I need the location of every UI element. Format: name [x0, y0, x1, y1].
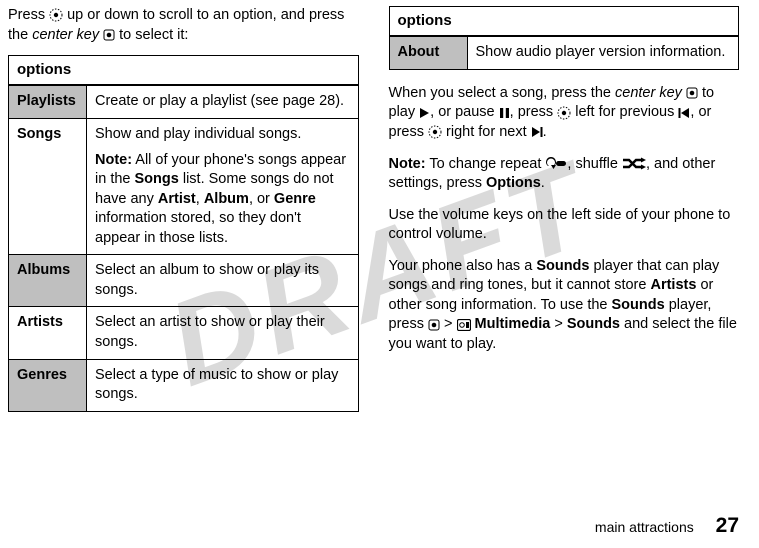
row-desc-playlists: Create or play a playlist (see page 28). — [87, 85, 359, 118]
p4-mm: Multimedia — [471, 316, 551, 332]
note-settings: Note: To change repeat , shuffle , and o… — [389, 155, 740, 194]
comma1: , — [196, 191, 204, 207]
multimedia-icon — [457, 319, 471, 331]
center-key-icon — [686, 87, 698, 99]
page-footer: main attractions 27 — [595, 512, 739, 540]
volume-text: Use the volume keys on the left side of … — [389, 206, 740, 245]
p1-key: center key — [615, 85, 682, 101]
p4-sounds2: Sounds — [612, 297, 665, 313]
p2a: To change repeat — [426, 156, 546, 172]
play-instructions: When you select a song, press the center… — [389, 84, 740, 143]
row-label-genres: Genres — [9, 359, 87, 411]
songs-word: Songs — [135, 171, 179, 187]
p4-sounds3: Sounds — [567, 316, 620, 332]
intro-post: to select it: — [115, 27, 188, 43]
intro-text: Press up or down to scroll to an option,… — [8, 6, 359, 45]
row-desc-about: Show audio player version information. — [467, 36, 739, 69]
p1e: left for previous — [571, 104, 678, 120]
album-word: Album — [204, 191, 249, 207]
p4-sounds1: Sounds — [536, 258, 589, 274]
note-post: information stored, so they don't appear… — [95, 210, 301, 246]
options-table-left: options Playlists Create or play a playl… — [8, 55, 359, 412]
p2d: . — [541, 175, 545, 191]
nav-dot-icon — [428, 125, 442, 139]
row-desc-artists: Select an artist to show or play their s… — [87, 307, 359, 359]
page-number: 27 — [716, 514, 739, 537]
next-icon — [531, 126, 543, 138]
shuffle-icon — [622, 157, 646, 170]
row-label-albums: Albums — [9, 255, 87, 307]
genre-word: Genre — [274, 191, 316, 207]
p1c: , or pause — [430, 104, 499, 120]
right-column: options About Show audio player version … — [389, 6, 740, 426]
options-header-right: options — [389, 7, 739, 37]
page-content: Press up or down to scroll to an option,… — [0, 0, 759, 426]
center-key-icon — [103, 29, 115, 41]
nav-dot-icon — [557, 106, 571, 120]
p4-artists: Artists — [650, 277, 696, 293]
sounds-player-text: Your phone also has a Sounds player that… — [389, 257, 740, 355]
or-word: , or — [249, 191, 274, 207]
row-desc-genres: Select a type of music to show or play s… — [87, 359, 359, 411]
p2b: , shuffle — [567, 156, 622, 172]
p1h: . — [543, 124, 547, 140]
row-label-playlists: Playlists — [9, 85, 87, 118]
table-row: Genres Select a type of music to show or… — [9, 359, 359, 411]
left-column: Press up or down to scroll to an option,… — [8, 6, 359, 426]
row-label-songs: Songs — [9, 118, 87, 254]
table-row: About Show audio player version informat… — [389, 36, 739, 69]
table-row: Songs Show and play individual songs. No… — [9, 118, 359, 254]
row-desc-songs: Show and play individual songs. Note: Al… — [87, 118, 359, 254]
row-label-artists: Artists — [9, 307, 87, 359]
repeat-icon — [545, 157, 567, 170]
center-key-icon — [428, 319, 440, 331]
p4a: Your phone also has a — [389, 258, 537, 274]
nav-dot-icon — [49, 8, 63, 22]
row-desc-albums: Select an album to show or play its song… — [87, 255, 359, 307]
note-label: Note: — [95, 152, 132, 168]
p4-gt1: > — [440, 316, 457, 332]
table-row: Artists Select an artist to show or play… — [9, 307, 359, 359]
songs-desc1: Show and play individual songs. — [95, 125, 350, 145]
options-table-right: options About Show audio player version … — [389, 6, 740, 70]
section-title: main attractions — [595, 519, 694, 535]
play-icon — [419, 107, 430, 119]
table-row: Playlists Create or play a playlist (see… — [9, 85, 359, 118]
p4-gt2: > — [550, 316, 567, 332]
p2-note: Note: — [389, 156, 426, 172]
intro-center-key: center key — [32, 27, 99, 43]
artist-word: Artist — [158, 191, 196, 207]
intro-pre: Press — [8, 7, 49, 23]
p1a: When you select a song, press the — [389, 85, 616, 101]
pause-icon — [499, 107, 510, 119]
row-label-about: About — [389, 36, 467, 69]
options-header: options — [9, 56, 359, 86]
p1g: right for next — [442, 124, 531, 140]
table-row: Albums Select an album to show or play i… — [9, 255, 359, 307]
songs-note: Note: All of your phone's songs appear i… — [95, 151, 350, 249]
p1d: , press — [510, 104, 558, 120]
prev-icon — [678, 107, 690, 119]
p2-options: Options — [486, 175, 541, 191]
